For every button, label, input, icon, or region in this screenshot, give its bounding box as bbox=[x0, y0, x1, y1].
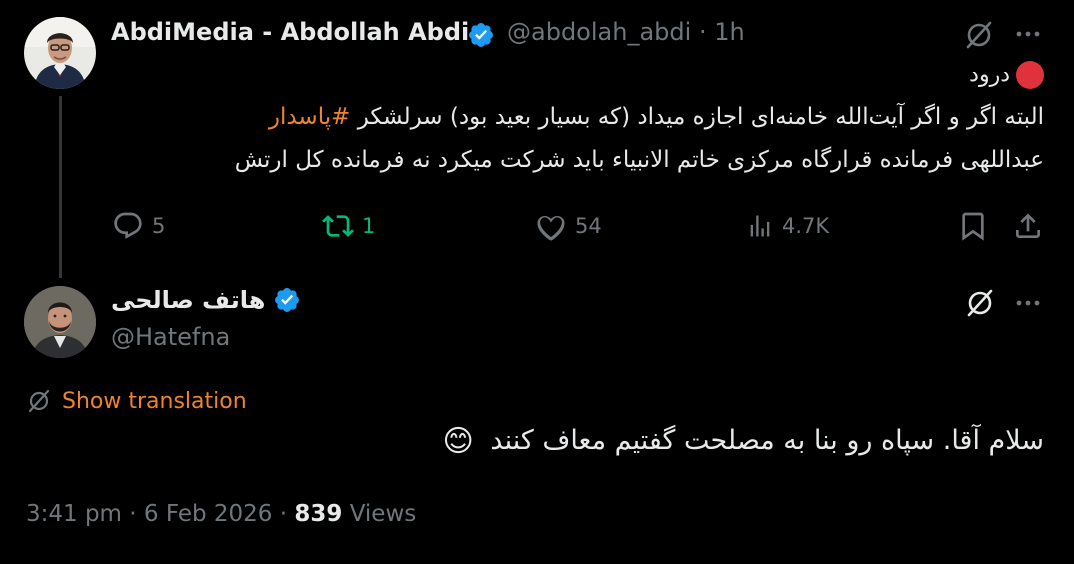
translate-icon bbox=[28, 389, 50, 413]
main-body: سلام آقا. سپاه رو بنا به مصلحت گفتیم معا… bbox=[443, 424, 1044, 459]
tweet-meta: 3:41 pm · 6 Feb 2026 · 839 Views bbox=[26, 501, 416, 527]
tweet-date[interactable]: 6 Feb 2026 bbox=[144, 501, 273, 527]
parent-body-line-1: البته اگر و اگر آیت‌الله خامنه‌ای اجازه … bbox=[269, 104, 1044, 130]
main-body-text: سلام آقا. سپاه رو بنا به مصلحت گفتیم معا… bbox=[490, 425, 1044, 456]
main-display-name[interactable]: هاتف صالحی bbox=[111, 286, 265, 314]
like-button[interactable]: 54 bbox=[535, 206, 602, 246]
more-icon[interactable] bbox=[1013, 19, 1043, 49]
reply-context: درود bbox=[969, 61, 1044, 89]
parent-display-name[interactable]: AbdiMedia - Abdollah Abdi bbox=[111, 18, 469, 46]
parent-separator: · bbox=[698, 18, 707, 46]
repost-count: 1 bbox=[362, 214, 376, 238]
grok-icon[interactable] bbox=[962, 18, 996, 52]
reply-icon bbox=[114, 212, 142, 239]
share-icon[interactable] bbox=[1012, 210, 1044, 242]
show-translation-link[interactable]: Show translation bbox=[26, 388, 247, 414]
repost-icon bbox=[322, 215, 354, 237]
bookmark-icon[interactable] bbox=[957, 210, 989, 242]
grok-icon[interactable] bbox=[963, 286, 997, 320]
parent-body-line-2: عبداللهی فرمانده قرارگاه مرکزی خاتم الان… bbox=[234, 147, 1044, 173]
repost-button[interactable]: 1 bbox=[322, 206, 375, 246]
reply-button[interactable]: 5 bbox=[112, 206, 165, 246]
parent-handle-line: @abdolah_abdi · 1h bbox=[507, 18, 745, 46]
avatar-hatefna[interactable] bbox=[24, 286, 96, 358]
status-dot-icon bbox=[1016, 61, 1044, 89]
hashtag-link[interactable]: #پاسدار bbox=[269, 104, 351, 130]
views-count-main: 839 bbox=[294, 501, 343, 527]
main-handle[interactable]: @Hatefna bbox=[111, 323, 230, 351]
avatar-abdolah-abdi[interactable] bbox=[24, 17, 96, 89]
smiling-face-emoji: 😊 bbox=[442, 424, 474, 459]
more-icon[interactable] bbox=[1013, 288, 1043, 318]
views-icon bbox=[750, 215, 770, 237]
verified-badge-icon bbox=[275, 288, 300, 312]
meta-separator-2: · bbox=[279, 501, 288, 527]
like-icon bbox=[537, 215, 565, 241]
parent-handle[interactable]: @abdolah_abdi bbox=[507, 18, 691, 46]
parent-time-ago[interactable]: 1h bbox=[714, 18, 744, 46]
show-translation-label: Show translation bbox=[62, 388, 247, 414]
main-display-name-row: هاتف صالحی bbox=[111, 286, 301, 314]
reply-label: درود bbox=[969, 62, 1010, 88]
like-count: 54 bbox=[575, 214, 602, 238]
meta-separator-1: · bbox=[129, 501, 137, 527]
reply-count: 5 bbox=[152, 214, 166, 238]
views-button[interactable]: 4.7K bbox=[746, 206, 829, 246]
views-label: Views bbox=[349, 501, 417, 527]
verified-badge-icon bbox=[469, 23, 493, 47]
views-count: 4.7K bbox=[782, 214, 830, 238]
parent-body-text: البته اگر و اگر آیت‌الله خامنه‌ای اجازه … bbox=[350, 104, 1044, 130]
thread-connector-line bbox=[59, 96, 62, 278]
tweet-time[interactable]: 3:41 pm bbox=[26, 501, 122, 527]
